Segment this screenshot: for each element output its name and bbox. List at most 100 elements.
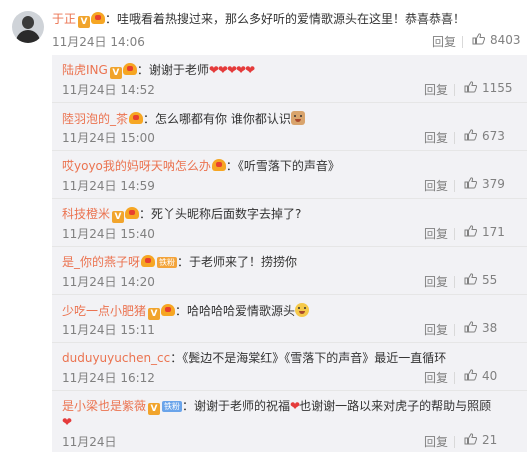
vip-crown-icon [141, 255, 156, 267]
like-button[interactable]: 1155 [464, 81, 513, 95]
colon: ： [139, 207, 152, 221]
reply-line: 陸羽泡的_茶 ：怎么哪都有你 谁你都认识 [62, 111, 305, 127]
heart-icon: ❤ [62, 415, 72, 429]
reply-time: 11月24日 14:52 [62, 83, 155, 97]
reply-line: 陆虎ING V ：谢谢于老师❤❤❤❤❤ [62, 63, 255, 79]
reply-button[interactable]: 回复 [424, 321, 448, 338]
divider [462, 36, 463, 48]
reply-line: 是小梁也是紫薇 V 铁粉 ：谢谢于老师的祝福❤也谢谢一路以来对虎子的帮助与照顾 [62, 399, 491, 415]
reply-time: 11月24日 [62, 435, 117, 449]
reply-time: 11月24日 14:20 [62, 275, 155, 289]
main-comment-text: 哇哦看着热搜过来，那么多好听的爱情歌源头在这里！恭喜恭喜！ [117, 12, 466, 26]
reply-username[interactable]: duduyuyuchen_cc [62, 351, 170, 365]
reply-text: 谢谢于老师的祝福 [194, 399, 291, 413]
reply-item: 是_你的燕子呀 铁粉 ：于老师来了！捞捞你 11月24日 14:20 回复 55 [52, 247, 527, 295]
reply-button[interactable]: 回复 [424, 225, 448, 242]
vip-crown-icon [211, 159, 226, 171]
thumb-up-icon [464, 321, 477, 333]
reply-time: 11月24日 15:40 [62, 227, 155, 241]
avatar[interactable] [12, 11, 44, 43]
colon: ： [105, 12, 118, 26]
like-button[interactable]: 673 [464, 129, 505, 143]
main-comment-username[interactable]: 于正 [52, 12, 76, 26]
divider [454, 276, 455, 288]
divider [454, 180, 455, 192]
verified-v-icon: V [148, 308, 161, 320]
reply-text: 于老师来了！捞捞你 [189, 255, 298, 269]
like-button[interactable]: 379 [464, 177, 505, 191]
like-button[interactable]: 21 [464, 433, 497, 447]
reply-item: 科技橙米 V ：死丫头昵称后面数字去掉了? 11月24日 15:40 回复 171 [52, 199, 527, 247]
main-reply-button[interactable]: 回复 [432, 33, 456, 50]
reply-button[interactable]: 回复 [424, 369, 448, 386]
reply-username[interactable]: 陆虎ING [62, 63, 108, 77]
reply-text: 哈哈哈哈爱情歌源头 [187, 304, 296, 318]
divider [454, 84, 455, 96]
reply-username[interactable]: 少吃一点小肥猪 [62, 304, 146, 318]
vip-crown-icon [91, 12, 106, 24]
like-button[interactable]: 55 [464, 273, 497, 287]
divider [454, 132, 455, 144]
reply-text-continued: 也谢谢一路以来对虎子的帮助与照顾 [299, 399, 492, 413]
reply-button[interactable]: 回复 [424, 273, 448, 290]
vip-crown-icon [122, 63, 137, 75]
like-button[interactable]: 40 [464, 369, 497, 383]
thumb-up-icon [464, 433, 477, 445]
vip-crown-icon [161, 304, 176, 316]
heart-icon: ❤❤❤❤❤ [208, 63, 255, 77]
doge-face-icon [290, 111, 305, 125]
like-count: 21 [482, 433, 498, 447]
reply-username[interactable]: 哎yoyo我的妈呀天呐怎么办 [62, 159, 211, 173]
reply-item: 哎yoyo我的妈呀天呐怎么办 ：《听雪落下的声音》 11月24日 14:59 回复… [52, 151, 527, 199]
vip-crown-icon [129, 112, 144, 124]
like-count: 40 [482, 369, 498, 383]
reply-line: duduyuyuchen_cc：《鬓边不是海棠红》《雪落下的声音》最近一直循环 [62, 351, 446, 366]
reply-username[interactable]: 科技橙米 [62, 207, 110, 221]
thumb-up-icon [464, 369, 477, 381]
reply-button[interactable]: 回复 [424, 177, 448, 194]
like-button[interactable]: 38 [464, 321, 497, 335]
reply-button[interactable]: 回复 [424, 129, 448, 146]
reply-line: 科技橙米 V ：死丫头昵称后面数字去掉了? [62, 207, 301, 223]
like-count: 379 [482, 177, 505, 191]
laugh-cry-icon [295, 303, 310, 317]
reply-username[interactable]: 是小梁也是紫薇 [62, 399, 146, 413]
colon: ： [182, 399, 195, 413]
thumb-up-icon [464, 129, 477, 141]
reply-item: 是小梁也是紫薇 V 铁粉 ：谢谢于老师的祝福❤也谢谢一路以来对虎子的帮助与照顾 ❤ 1… [52, 391, 527, 452]
thumb-up-icon [472, 33, 485, 45]
reply-text: 死丫头昵称后面数字去掉了? [151, 207, 302, 221]
reply-time: 11月24日 14:59 [62, 179, 155, 193]
thumb-up-icon [464, 177, 477, 189]
reply-username[interactable]: 陸羽泡的_茶 [62, 112, 128, 126]
main-like-count: 8403 [490, 33, 521, 47]
reply-text: 《听雪落下的声音》 [237, 159, 340, 173]
reply-line: 少吃一点小肥猪 V ：哈哈哈哈爱情歌源头 [62, 303, 310, 320]
vip-crown-icon [125, 207, 140, 219]
verified-v-icon: V [109, 67, 122, 79]
divider [454, 372, 455, 384]
like-count: 38 [482, 321, 498, 335]
reply-list: 陆虎ING V ：谢谢于老师❤❤❤❤❤ 11月24日 14:52 回复 1155 陸… [52, 55, 527, 452]
reply-username[interactable]: 是_你的燕子呀 [62, 255, 140, 269]
reply-item: 陸羽泡的_茶 ：怎么哪都有你 谁你都认识 11月24日 15:00 回复 673 [52, 103, 527, 151]
reply-time: 11月24日 15:00 [62, 131, 155, 145]
like-count: 673 [482, 129, 505, 143]
main-like-button[interactable]: 8403 [472, 33, 521, 47]
reply-button[interactable]: 回复 [424, 433, 448, 450]
reply-line: 是_你的燕子呀 铁粉 ：于老师来了！捞捞你 [62, 255, 297, 270]
colon: ： [175, 304, 188, 318]
thumb-up-icon [464, 273, 477, 285]
reply-item: duduyuyuchen_cc：《鬓边不是海棠红》《雪落下的声音》最近一直循环 … [52, 343, 527, 391]
like-button[interactable]: 171 [464, 225, 505, 239]
heart-icon: ❤ [290, 399, 300, 413]
reply-button[interactable]: 回复 [424, 81, 448, 98]
main-comment-time: 11月24日 14:06 [52, 35, 145, 49]
colon: ： [136, 63, 149, 77]
reply-text: 《鬓边不是海棠红》《雪落下的声音》最近一直循环 [182, 351, 447, 365]
main-comment-line: 于正 V ：哇哦看着热搜过来，那么多好听的爱情歌源头在这里！恭喜恭喜！ [52, 11, 465, 28]
verified-v-icon: V [148, 403, 161, 415]
colon: ： [225, 159, 238, 173]
verified-v-icon: V [112, 211, 125, 223]
reply-text: 怎么哪都有你 谁你都认识 [155, 112, 291, 126]
